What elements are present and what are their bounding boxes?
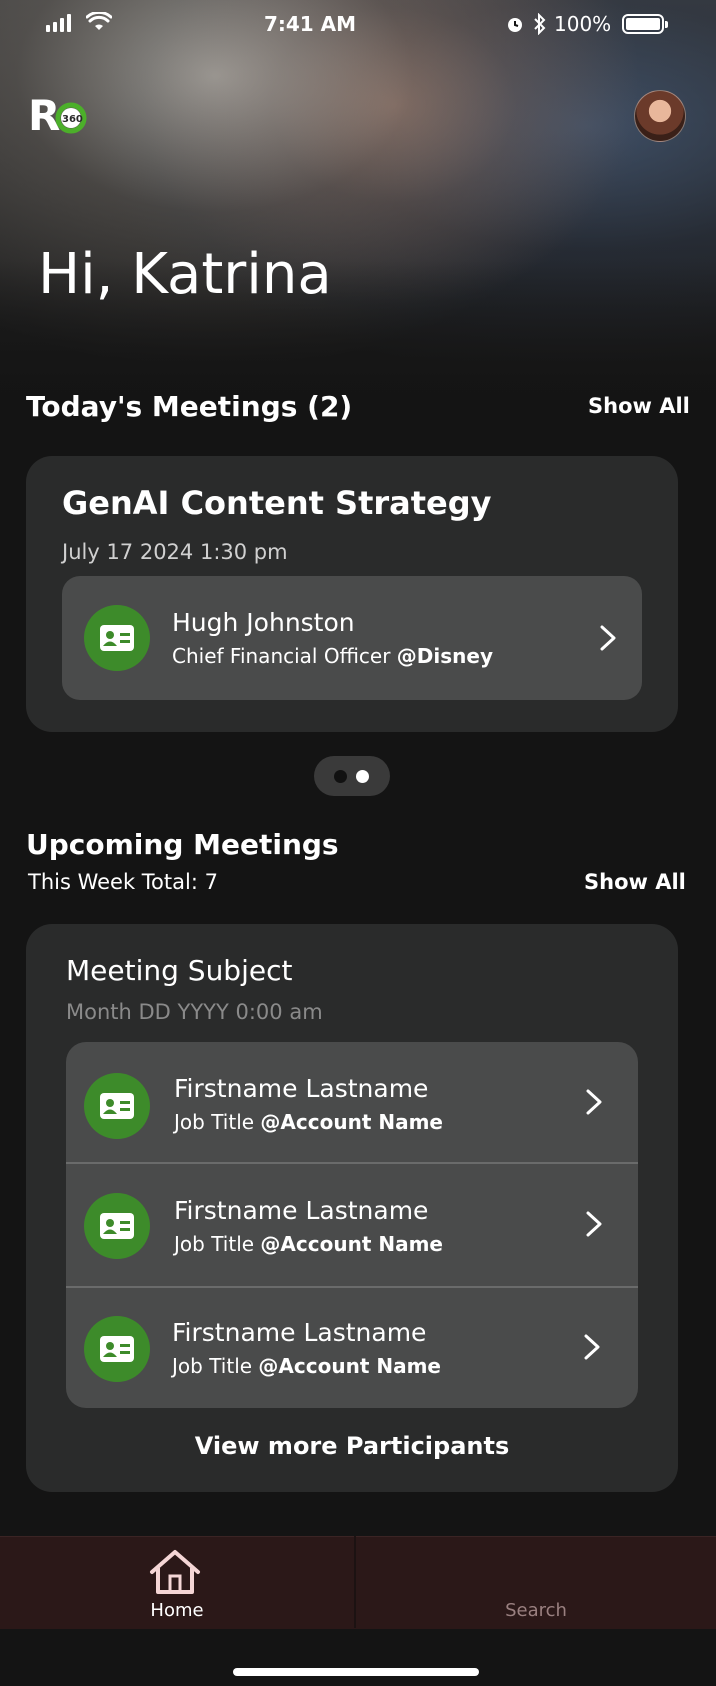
todays-meetings-show-all-button[interactable]: Show All xyxy=(588,394,690,418)
tab-home[interactable]: Home xyxy=(0,1536,354,1628)
meeting-datetime: July 17 2024 1:30 pm xyxy=(62,540,288,564)
page-indicator[interactable] xyxy=(314,756,390,796)
chevron-right-icon xyxy=(584,1334,600,1360)
page-dot-2[interactable] xyxy=(356,770,369,783)
bluetooth-icon xyxy=(534,13,546,35)
participant-name: Hugh Johnston xyxy=(172,608,355,637)
user-avatar[interactable] xyxy=(634,90,686,142)
participant-name: Firstname Lastname xyxy=(174,1074,429,1103)
participant-row[interactable]: Firstname Lastname Job Title @Account Na… xyxy=(66,1042,638,1162)
battery-percent: 100% xyxy=(554,12,612,36)
participant-role: Job Title @Account Name xyxy=(174,1110,443,1134)
status-bar: 7:41 AM 100% xyxy=(0,0,716,50)
contact-card-icon xyxy=(84,605,150,671)
participant-row[interactable]: Firstname Lastname Job Title @Account Na… xyxy=(66,1288,638,1408)
tab-home-label: Home xyxy=(150,1600,204,1621)
meeting-subject: Meeting Subject xyxy=(66,954,293,987)
home-icon xyxy=(150,1550,200,1594)
hero-background xyxy=(0,0,716,420)
contact-card-icon xyxy=(84,1193,150,1259)
participant-role: Chief Financial Officer @Disney xyxy=(172,644,493,668)
meeting-datetime: Month DD YYYY 0:00 am xyxy=(66,1000,323,1024)
contact-card-icon xyxy=(84,1073,150,1139)
chevron-right-icon xyxy=(586,1211,602,1237)
svg-text:R: R xyxy=(28,92,60,138)
status-time: 7:41 AM xyxy=(263,12,357,36)
upcoming-meetings-total: This Week Total: 7 xyxy=(28,870,218,894)
battery-icon xyxy=(622,14,668,34)
tab-search-label: Search xyxy=(505,1600,567,1621)
participants-list: Firstname Lastname Job Title @Account Na… xyxy=(66,1042,638,1408)
upcoming-meeting-card[interactable]: Meeting Subject Month DD YYYY 0:00 am Fi… xyxy=(26,924,678,1492)
participant-role: Job Title @Account Name xyxy=(174,1232,443,1256)
tab-search[interactable]: Search xyxy=(356,1536,716,1628)
greeting: Hi, Katrina xyxy=(38,242,332,307)
chevron-right-icon xyxy=(586,1089,602,1115)
upcoming-meetings-title: Upcoming Meetings xyxy=(26,828,339,861)
participant-name: Firstname Lastname xyxy=(174,1196,429,1225)
todays-meetings-title: Today's Meetings (2) xyxy=(26,390,353,423)
participant-row[interactable]: Hugh Johnston Chief Financial Officer @D… xyxy=(62,576,642,700)
view-more-participants-button[interactable]: View more Participants xyxy=(26,1432,678,1460)
upcoming-meetings-show-all-button[interactable]: Show All xyxy=(584,870,686,894)
participant-name: Firstname Lastname xyxy=(172,1318,427,1347)
r360-logo: R 360 xyxy=(28,92,87,138)
today-meeting-card[interactable]: GenAI Content Strategy July 17 2024 1:30… xyxy=(26,456,678,732)
page-dot-1[interactable] xyxy=(334,770,347,783)
participant-row[interactable]: Firstname Lastname Job Title @Account Na… xyxy=(66,1164,638,1286)
svg-text:360: 360 xyxy=(62,114,83,125)
meeting-subject: GenAI Content Strategy xyxy=(62,484,492,522)
chevron-right-icon xyxy=(600,625,616,651)
alarm-icon xyxy=(508,18,522,32)
contact-card-icon xyxy=(84,1316,150,1382)
participant-role: Job Title @Account Name xyxy=(172,1354,441,1378)
home-indicator xyxy=(233,1668,479,1676)
